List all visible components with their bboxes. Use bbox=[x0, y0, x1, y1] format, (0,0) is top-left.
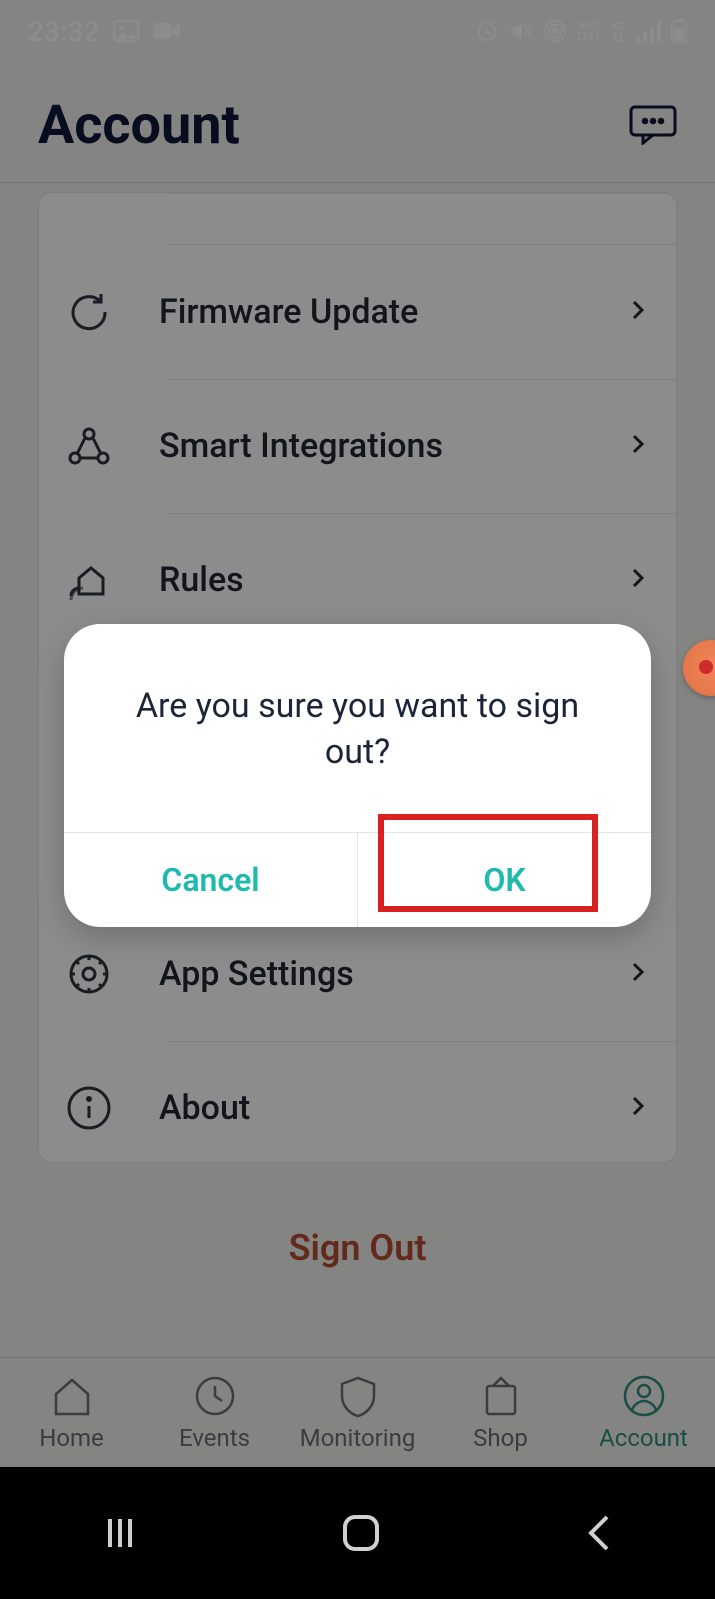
cancel-button[interactable]: Cancel bbox=[64, 833, 357, 927]
modal-actions: Cancel OK bbox=[64, 832, 651, 927]
modal-message: Are you sure you want to sign out? bbox=[64, 624, 651, 832]
signout-modal: Are you sure you want to sign out? Cance… bbox=[64, 624, 651, 927]
ok-button[interactable]: OK bbox=[357, 833, 651, 927]
screen: Account Firmware Update bbox=[0, 0, 715, 1599]
back-button[interactable] bbox=[583, 1511, 615, 1555]
system-nav-bar bbox=[0, 1467, 715, 1599]
recents-button[interactable] bbox=[100, 1513, 140, 1553]
home-button[interactable] bbox=[339, 1511, 383, 1555]
